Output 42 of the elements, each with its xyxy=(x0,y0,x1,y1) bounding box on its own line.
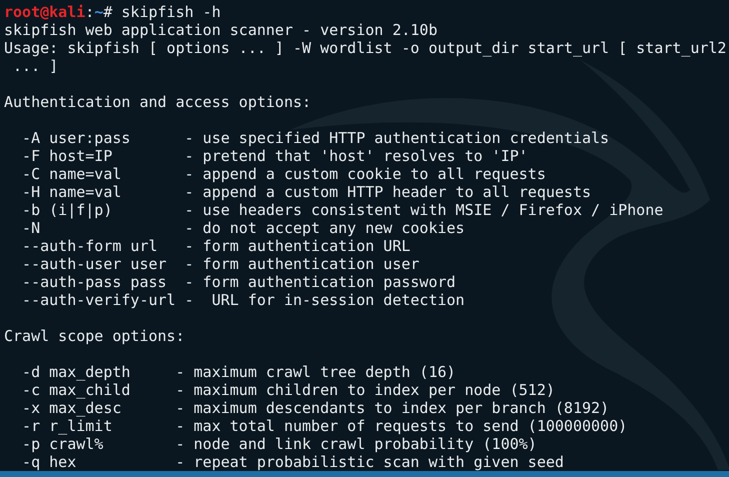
option-description: - maximum crawl tree depth (16) xyxy=(176,363,456,381)
section-heading: Crawl scope options: xyxy=(4,327,185,345)
option-description: - maximum descendants to index per branch (8192) xyxy=(176,399,610,417)
option-description: - max total number of requests to send (100000000) xyxy=(176,417,628,435)
option-label: -H name=val xyxy=(21,183,122,201)
option-description: - maximum children to index per node (512) xyxy=(176,381,555,399)
prompt-symbol: # xyxy=(103,3,114,21)
command-text: skipfish -h xyxy=(121,3,221,21)
option-description: - append a custom cookie to all requests xyxy=(184,165,546,183)
option-description: - URL for in-session detection xyxy=(184,291,465,309)
option-label: -r r_limit xyxy=(21,417,114,435)
option-label: -x max_desc xyxy=(21,399,122,417)
option-label: --auth-pass pass xyxy=(21,273,168,291)
section-heading: Authentication and access options: xyxy=(4,93,312,111)
option-label: -d max_depth xyxy=(21,363,132,381)
option-label: --auth-verify-url xyxy=(21,291,177,309)
output-text: ... ] xyxy=(12,57,58,75)
option-description: - use specified HTTP authentication credentials xyxy=(184,129,610,147)
output-text: skipfish web application scanner - version 2.10b xyxy=(4,21,438,39)
option-description: - node and link crawl probability (100%) xyxy=(176,435,537,453)
option-description: - pretend that 'host' resolves to 'IP' xyxy=(184,147,528,165)
option-label: -b (i|f|p) xyxy=(21,201,114,219)
option-description: - form authentication user xyxy=(184,255,420,273)
option-label: -q hex xyxy=(21,453,78,471)
option-label: -A user:pass xyxy=(21,129,132,147)
output-text: Usage: skipfish [ options ... ] -W wordlist -o output_dir start_url [ start_url2 xyxy=(4,39,726,57)
prompt-user-host: root@kali xyxy=(4,3,86,21)
prompt-path: ~ xyxy=(94,3,104,21)
option-description: - do not accept any new cookies xyxy=(184,219,465,237)
option-description: - append a custom HTTP header to all requests xyxy=(184,183,592,201)
option-label: -C name=val xyxy=(21,165,122,183)
option-description: - form authentication password xyxy=(184,273,456,291)
option-label: -N xyxy=(21,219,42,237)
option-label: --auth-user user xyxy=(21,255,168,273)
option-description: - repeat probabilistic scan with given seed xyxy=(176,453,564,471)
option-label: --auth-form url xyxy=(21,237,159,255)
option-description: - use headers consistent with MSIE / Firefox / iPhone xyxy=(184,201,664,219)
option-label: -F host=IP xyxy=(21,147,114,165)
option-label: -p crawl% xyxy=(21,435,104,453)
option-label: -c max_child xyxy=(21,381,132,399)
prompt-separator: : xyxy=(85,3,94,21)
option-description: - form authentication URL xyxy=(184,237,410,255)
